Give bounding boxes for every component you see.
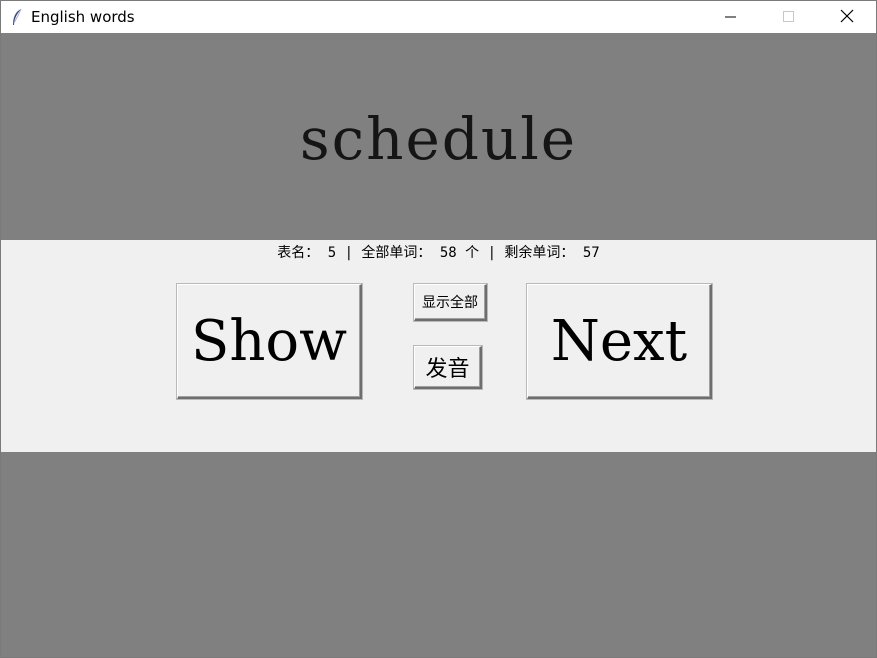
pronounce-button[interactable]: 发音 xyxy=(414,346,482,389)
status-line: 表名： 5 | 全部单词： 58 个 | 剩余单词： 57 xyxy=(277,245,600,261)
next-button[interactable]: Next xyxy=(527,284,712,399)
word-display-area: schedule xyxy=(1,33,876,240)
feather-icon xyxy=(9,8,25,26)
window-controls xyxy=(702,1,876,33)
empty-bottom-area xyxy=(1,452,876,657)
current-word: schedule xyxy=(299,104,578,173)
window-title: English words xyxy=(31,8,135,26)
app-window: English words schedule 表名： 5 | 全部单词： 58 … xyxy=(0,0,877,658)
title-bar[interactable]: English words xyxy=(1,1,876,33)
control-panel: 表名： 5 | 全部单词： 58 个 | 剩余单词： 57 Show 显示全部 … xyxy=(1,240,876,452)
maximize-button[interactable] xyxy=(760,1,818,33)
show-button[interactable]: Show xyxy=(177,284,362,399)
minimize-button[interactable] xyxy=(702,1,760,33)
minimize-icon xyxy=(725,8,737,27)
close-icon xyxy=(840,8,854,27)
show-all-button[interactable]: 显示全部 xyxy=(414,284,487,321)
close-button[interactable] xyxy=(818,1,876,33)
maximize-icon xyxy=(783,8,795,27)
